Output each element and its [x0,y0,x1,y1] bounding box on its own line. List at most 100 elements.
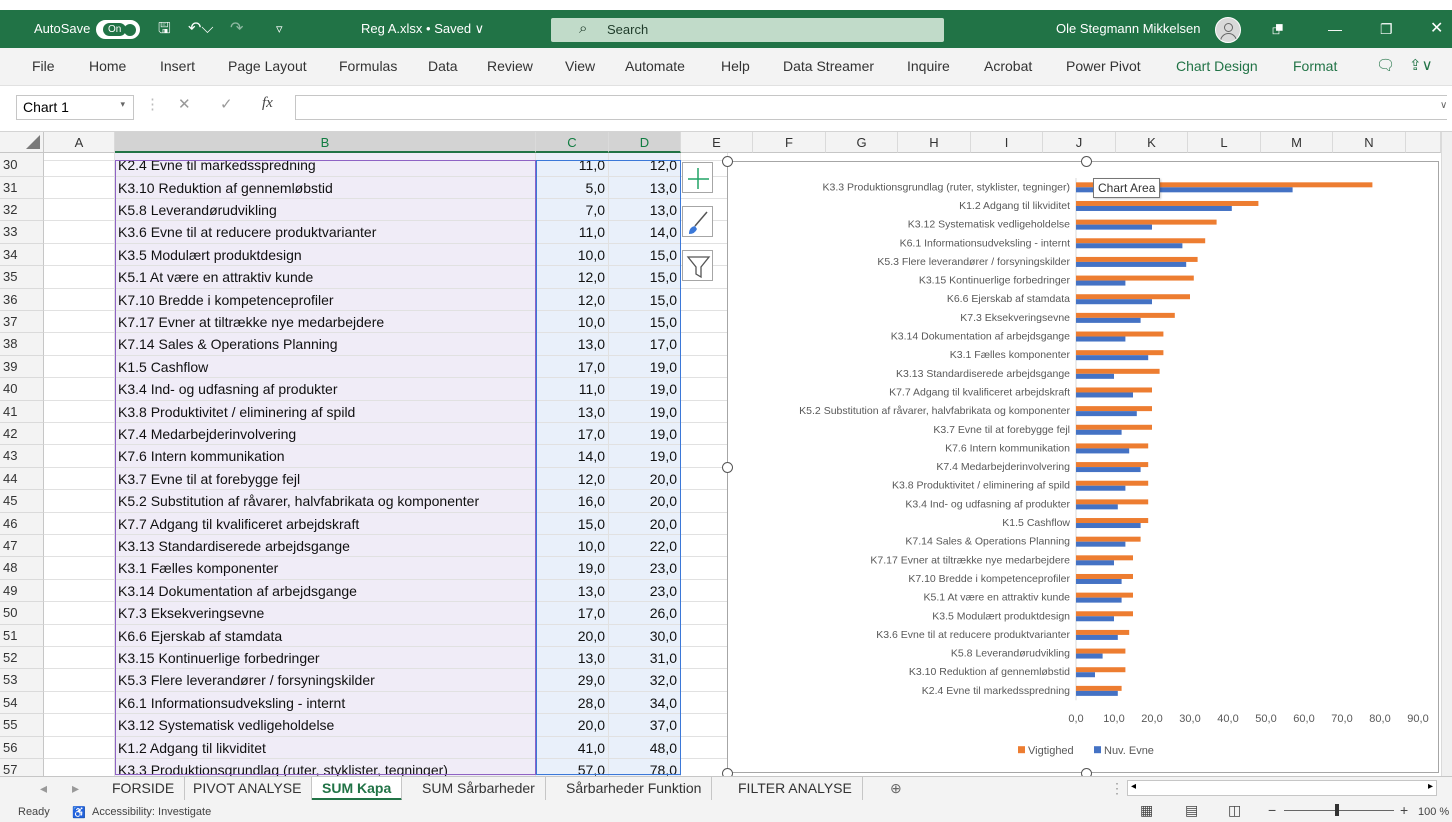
cell-c[interactable]: 13,0 [536,647,609,670]
chart-area[interactable]: K3.3 Produktionsgrundlag (ruter, styklis… [727,161,1439,773]
cell-c[interactable]: 12,0 [536,467,609,491]
menu-format[interactable]: Format [1293,58,1337,74]
cell-d[interactable]: 13,0 [609,199,681,222]
cell-d[interactable]: 48,0 [609,736,681,759]
cell-d[interactable]: 13,0 [609,176,681,199]
menu-acrobat[interactable]: Acrobat [984,58,1032,74]
cell-e[interactable] [681,467,728,491]
row-header[interactable]: 33 [0,221,44,244]
redo-icon[interactable]: ↷ [230,10,243,48]
cell-c[interactable]: 17,0 [536,602,609,625]
col-header-n[interactable]: N [1333,132,1406,153]
cell-c[interactable]: 7,0 [536,199,609,222]
cell-e[interactable] [681,400,728,423]
cell-b[interactable]: K3.14 Dokumentation af arbejdsgange [115,579,536,603]
row-header[interactable]: 44 [0,467,44,491]
zoom-in-icon[interactable]: + [1400,802,1408,818]
cell-b[interactable]: K3.4 Ind- og udfasning af produkter [115,378,536,401]
cell-d[interactable]: 19,0 [609,445,681,468]
cell-b[interactable]: K6.1 Informationsudveksling - internt [115,691,536,715]
cell-b[interactable]: K3.13 Standardiserede arbejdsgange [115,535,536,558]
minimize-icon[interactable]: — [1328,10,1342,48]
menu-page-layout[interactable]: Page Layout [228,58,307,74]
cell-e[interactable] [681,602,728,625]
cell-c[interactable]: 57,0 [536,759,609,777]
cell-e[interactable] [681,691,728,715]
cell-a[interactable] [44,243,115,267]
cell-a[interactable] [44,311,115,334]
cell-c[interactable]: 10,0 [536,311,609,334]
scroll-right-icon[interactable]: ▸ [1428,781,1433,792]
cell-d[interactable]: 22,0 [609,535,681,558]
cell-a[interactable] [44,445,115,468]
cell-e[interactable] [681,624,728,647]
row-header[interactable]: 52 [0,647,44,670]
cell-c[interactable]: 29,0 [536,669,609,692]
close-icon[interactable]: ✕ [1430,10,1443,48]
cell-c[interactable]: 16,0 [536,490,609,513]
col-header-i[interactable]: I [971,132,1043,153]
menu-insert[interactable]: Insert [160,58,195,74]
menu-view[interactable]: View [565,58,595,74]
row-header[interactable]: 41 [0,400,44,423]
row-header[interactable]: 51 [0,624,44,647]
menu-data-streamer[interactable]: Data Streamer [783,58,874,74]
cell-e[interactable] [681,288,728,311]
cell-d[interactable]: 23,0 [609,557,681,580]
cell-b[interactable]: K7.14 Sales & Operations Planning [115,333,536,356]
cell-e[interactable] [681,647,728,670]
row-header[interactable]: 42 [0,423,44,446]
cell-d[interactable]: 23,0 [609,579,681,603]
cell-c[interactable]: 13,0 [536,579,609,603]
row-header[interactable]: 55 [0,714,44,737]
cell-a[interactable] [44,535,115,558]
tab-sarbarheder-funktion[interactable]: Sårbarheder Funktion [556,777,713,801]
cell-b[interactable]: K3.3 Produktionsgrundlag (ruter, styklis… [115,759,536,777]
cell-c[interactable]: 11,0 [536,154,609,177]
ribbon-display-icon[interactable]: ⮻ [1272,10,1283,48]
cell-d[interactable]: 78,0 [609,759,681,777]
row-header[interactable]: 57 [0,759,44,777]
cell-e[interactable] [681,355,728,379]
cell-d[interactable]: 34,0 [609,691,681,715]
cell-b[interactable]: K3.1 Fælles komponenter [115,557,536,580]
cell-e[interactable] [681,714,728,737]
search-box[interactable]: ⌕ Search [551,18,944,42]
page-layout-view-icon[interactable]: ▤ [1185,802,1198,819]
cell-c[interactable]: 5,0 [536,176,609,199]
page-break-view-icon[interactable]: ◫ [1228,802,1241,819]
cell-d[interactable]: 14,0 [609,221,681,244]
cell-a[interactable] [44,154,115,177]
tab-sum-sarbarheder[interactable]: SUM Sårbarheder [412,777,546,801]
row-header[interactable]: 40 [0,378,44,401]
cell-d[interactable]: 17,0 [609,333,681,356]
name-box[interactable]: Chart 1 ▾ [16,95,134,120]
menu-power-pivot[interactable]: Power Pivot [1066,58,1141,74]
cell-b[interactable]: K3.10 Reduktion af gennemløbstid [115,176,536,199]
cell-b[interactable]: K3.6 Evne til at reducere produktvariant… [115,221,536,244]
row-header[interactable]: 43 [0,445,44,468]
accessibility-status[interactable]: Accessibility: Investigate [92,806,211,818]
undo-icon[interactable]: ↶⌵ [188,10,214,48]
cell-b[interactable]: K1.5 Cashflow [115,355,536,379]
cell-a[interactable] [44,647,115,670]
cell-a[interactable] [44,714,115,737]
cell-a[interactable] [44,557,115,580]
row-header[interactable]: 48 [0,557,44,580]
cell-e[interactable] [681,445,728,468]
cell-a[interactable] [44,602,115,625]
cell-d[interactable]: 15,0 [609,266,681,289]
row-header[interactable]: 32 [0,199,44,222]
cell-d[interactable]: 20,0 [609,467,681,491]
cell-e[interactable] [681,736,728,759]
row-header[interactable]: 36 [0,288,44,311]
row-header[interactable]: 30 [0,154,44,177]
row-header[interactable]: 38 [0,333,44,356]
menu-chart-design[interactable]: Chart Design [1176,58,1258,74]
document-title[interactable]: Reg A.xlsx • Saved ∨ [361,10,484,48]
cell-b[interactable]: K3.8 Produktivitet / eliminering af spil… [115,400,536,423]
chart-elements-button[interactable] [682,162,713,193]
cell-c[interactable]: 12,0 [536,288,609,311]
scroll-left-icon[interactable]: ◂ [1131,781,1136,792]
zoom-level[interactable]: 100 % [1418,806,1449,818]
